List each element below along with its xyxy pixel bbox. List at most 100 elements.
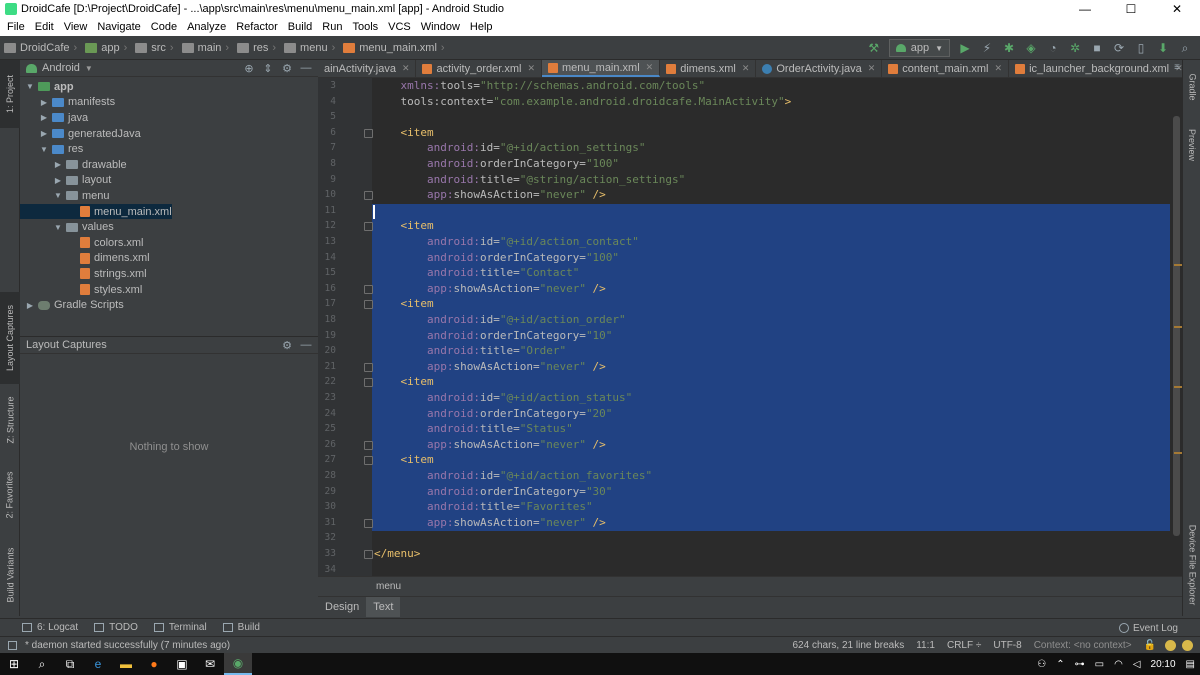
hide-icon[interactable]: —: [298, 339, 314, 352]
close-button[interactable]: ✕: [1154, 2, 1200, 16]
editor-breadcrumb-item[interactable]: menu: [376, 581, 401, 592]
menu-refactor[interactable]: Refactor: [231, 21, 283, 33]
clock[interactable]: 20:10: [1151, 659, 1176, 670]
editor-tab[interactable]: ainActivity.java ✕: [318, 60, 417, 77]
tree-item[interactable]: ▼ app: [20, 79, 318, 95]
menu-tools[interactable]: Tools: [347, 21, 383, 33]
tree-item[interactable]: strings.xml: [20, 266, 318, 282]
stop-icon[interactable]: ■: [1088, 39, 1106, 57]
tab-overflow-icon[interactable]: ≡: [1174, 62, 1180, 73]
minimize-button[interactable]: —: [1062, 2, 1108, 16]
editor-tab[interactable]: content_main.xml ✕: [882, 60, 1010, 77]
breadcrumb-app[interactable]: app ›: [81, 42, 131, 54]
file-encoding[interactable]: UTF-8: [993, 640, 1021, 651]
menu-file[interactable]: File: [2, 21, 30, 33]
error-stripe-marker[interactable]: [1174, 386, 1182, 388]
menu-analyze[interactable]: Analyze: [182, 21, 231, 33]
menu-vcs[interactable]: VCS: [383, 21, 416, 33]
close-tab-icon[interactable]: ✕: [646, 62, 654, 73]
run-configuration-select[interactable]: app ▼: [888, 39, 950, 57]
breadcrumb-res[interactable]: res ›: [233, 42, 280, 54]
line-separator[interactable]: CRLF ÷: [947, 640, 981, 651]
caret-position[interactable]: 11:1: [916, 640, 935, 651]
terminal-tool-tab[interactable]: Terminal: [146, 622, 215, 633]
menu-navigate[interactable]: Navigate: [92, 21, 145, 33]
code-editor[interactable]: xmlns:tools="http://schemas.android.com/…: [318, 78, 1182, 576]
notification-icon[interactable]: ▤: [1186, 659, 1195, 670]
chevron-down-icon[interactable]: ▼: [52, 191, 64, 200]
fold-marker-icon[interactable]: [364, 362, 373, 372]
maximize-button[interactable]: ☐: [1108, 2, 1154, 16]
gear-icon[interactable]: ⚙: [279, 339, 295, 352]
project-view-select[interactable]: Android: [42, 62, 80, 74]
chevron-right-icon[interactable]: ▶: [38, 98, 50, 107]
panel-toggle-icon[interactable]: [8, 640, 17, 650]
editor-tab[interactable]: menu_main.xml ✕: [542, 60, 661, 77]
fold-marker-icon[interactable]: [364, 550, 373, 559]
tree-item[interactable]: ▶ layout: [20, 173, 318, 189]
error-stripe-marker[interactable]: [1174, 264, 1182, 266]
profile-icon[interactable]: ◔: [1044, 39, 1062, 57]
tree-item[interactable]: ▶ generatedJava: [20, 126, 318, 142]
battery-icon[interactable]: ▭: [1095, 659, 1104, 670]
mail-icon[interactable]: ✉: [196, 653, 224, 675]
menu-build[interactable]: Build: [283, 21, 317, 33]
windows-start-icon[interactable]: ⊞: [0, 653, 28, 675]
breadcrumb-main[interactable]: main ›: [178, 42, 234, 54]
editor-tab[interactable]: OrderActivity.java ✕: [756, 60, 883, 77]
chevron-up-icon[interactable]: ⌃: [1056, 659, 1064, 670]
close-tab-icon[interactable]: ✕: [527, 63, 535, 74]
structure-tool-tab[interactable]: Z: Structure: [0, 390, 20, 450]
status-message[interactable]: * daemon started successfully (7 minutes…: [8, 640, 230, 651]
chevron-right-icon[interactable]: ▶: [38, 113, 50, 122]
editor-scrollbar[interactable]: [1170, 78, 1182, 576]
search-icon[interactable]: ⌕: [1176, 39, 1194, 57]
debug-icon[interactable]: ✱: [1000, 39, 1018, 57]
context-indicator[interactable]: Context: <no context>: [1034, 640, 1132, 651]
gradle-tool-tab[interactable]: Gradle: [1183, 62, 1200, 112]
collapse-icon[interactable]: ⇕: [260, 62, 276, 75]
chevron-down-icon[interactable]: ▼: [38, 145, 50, 154]
feedback-icon[interactable]: [1165, 640, 1176, 651]
chevron-right-icon[interactable]: ▶: [24, 301, 36, 310]
error-stripe-marker[interactable]: [1174, 326, 1182, 328]
favorites-tool-tab[interactable]: 2: Favorites: [0, 460, 20, 530]
fold-marker-icon[interactable]: [364, 300, 373, 310]
close-tab-icon[interactable]: ✕: [402, 63, 410, 74]
avd-manager-icon[interactable]: ▯: [1132, 39, 1150, 57]
hector-icon[interactable]: [1182, 640, 1193, 651]
sdk-manager-icon[interactable]: ⬇: [1154, 39, 1172, 57]
tree-item[interactable]: styles.xml: [20, 282, 318, 298]
event-log-tool-tab[interactable]: Event Log: [1118, 619, 1178, 637]
firefox-icon[interactable]: ●: [140, 653, 168, 675]
menu-view[interactable]: View: [59, 21, 93, 33]
build-tool-tab[interactable]: Build: [215, 622, 268, 633]
tree-item[interactable]: ▼ values: [20, 219, 318, 235]
run-icon[interactable]: ▶: [956, 39, 974, 57]
tree-item[interactable]: ▶ Gradle Scripts: [20, 297, 318, 313]
tree-item[interactable]: ▼ menu: [20, 188, 318, 204]
menu-code[interactable]: Code: [146, 21, 182, 33]
chevron-down-icon[interactable]: ▼: [52, 223, 64, 232]
task-view-icon[interactable]: ⧉: [56, 653, 84, 675]
fold-marker-icon[interactable]: [364, 128, 373, 138]
wifi-icon[interactable]: ◠: [1114, 659, 1123, 670]
menu-edit[interactable]: Edit: [30, 21, 59, 33]
lock-icon[interactable]: 🔓: [1144, 640, 1156, 651]
tab-text[interactable]: Text: [366, 596, 401, 617]
hide-icon[interactable]: —: [298, 62, 314, 75]
edge-icon[interactable]: e: [84, 653, 112, 675]
breadcrumb-menu[interactable]: menu ›: [280, 42, 339, 54]
layout-captures-tool-tab[interactable]: Layout Captures: [0, 292, 20, 384]
chevron-right-icon[interactable]: ▶: [38, 129, 50, 138]
tree-item[interactable]: menu_main.xml: [20, 203, 172, 220]
menu-help[interactable]: Help: [465, 21, 498, 33]
fold-marker-icon[interactable]: [364, 284, 373, 294]
chevron-right-icon[interactable]: ▶: [52, 160, 64, 169]
gear-icon[interactable]: ⚙: [279, 62, 295, 75]
project-tool-tab[interactable]: 1: Project: [0, 60, 20, 128]
tree-item[interactable]: ▼ res: [20, 141, 318, 157]
network-icon[interactable]: ⊶: [1075, 659, 1085, 670]
fold-marker-icon[interactable]: [364, 440, 373, 450]
device-file-explorer-tool-tab[interactable]: Device File Explorer: [1183, 520, 1200, 610]
